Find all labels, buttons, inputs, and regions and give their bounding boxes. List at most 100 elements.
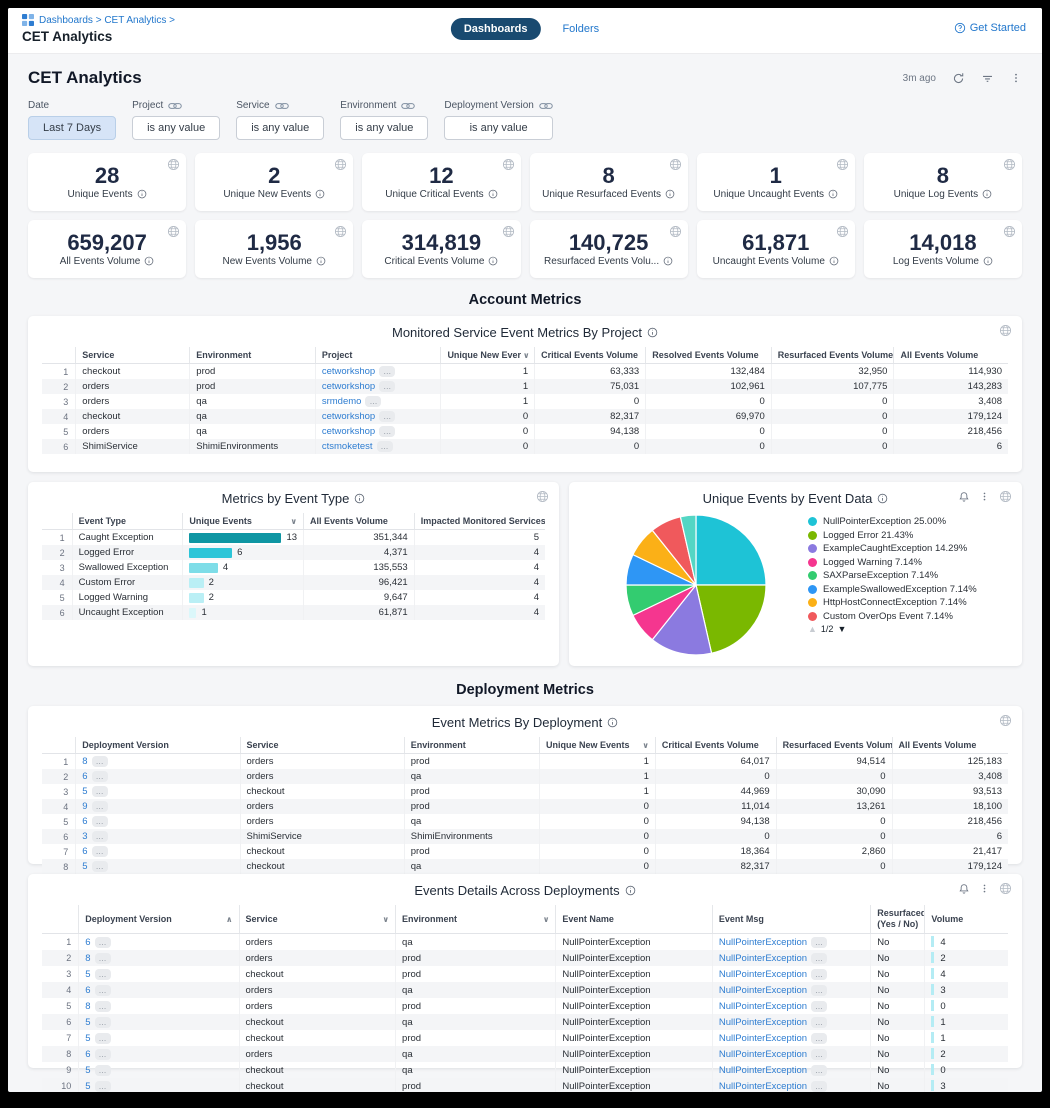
cell-link[interactable]: 6 bbox=[85, 985, 90, 996]
legend-item[interactable]: ExampleCaughtException 14.29% bbox=[808, 543, 1008, 555]
cell-link[interactable]: 5 bbox=[85, 1081, 90, 1092]
cell-link[interactable]: 6 bbox=[85, 1049, 90, 1060]
cell-link[interactable]: 8 bbox=[85, 953, 90, 964]
info-icon[interactable] bbox=[144, 256, 154, 266]
filter-value-button[interactable]: is any value bbox=[444, 116, 553, 140]
column-header[interactable]: Environment bbox=[404, 737, 539, 754]
refresh-button[interactable] bbox=[952, 72, 965, 85]
ellipsis-chip[interactable]: … bbox=[95, 1001, 111, 1012]
ellipsis-chip[interactable]: … bbox=[92, 861, 108, 872]
column-header[interactable]: Critical Events Volume bbox=[535, 347, 646, 364]
info-icon[interactable] bbox=[983, 256, 993, 266]
get-started-button[interactable]: Get Started bbox=[954, 22, 1026, 34]
cell-link[interactable]: 9 bbox=[82, 801, 87, 812]
cell-link[interactable]: NullPointerException bbox=[719, 1065, 807, 1076]
cell-link[interactable]: 8 bbox=[85, 1001, 90, 1012]
kebab-menu-icon[interactable] bbox=[979, 883, 990, 894]
cell-link[interactable]: cetworkshop bbox=[322, 366, 375, 377]
breadcrumb[interactable]: Dashboards > CET Analytics > bbox=[39, 15, 175, 26]
globe-icon[interactable] bbox=[999, 714, 1012, 727]
cell-link[interactable]: NullPointerException bbox=[719, 1033, 807, 1044]
kebab-menu-icon[interactable] bbox=[979, 491, 990, 502]
column-header[interactable]: Service bbox=[240, 737, 404, 754]
cell-link[interactable]: 6 bbox=[82, 846, 87, 857]
filter-value-button[interactable]: Last 7 Days bbox=[28, 116, 116, 140]
ellipsis-chip[interactable]: … bbox=[95, 985, 111, 996]
ellipsis-chip[interactable]: … bbox=[95, 969, 111, 980]
column-header[interactable]: Service bbox=[76, 347, 190, 364]
info-icon[interactable] bbox=[829, 256, 839, 266]
tab-folders[interactable]: Folders bbox=[562, 23, 599, 35]
cell-link[interactable]: cetworkshop bbox=[322, 411, 375, 422]
legend-item[interactable]: NullPointerException 25.00% bbox=[808, 516, 1008, 528]
cell-link[interactable]: NullPointerException bbox=[719, 1017, 807, 1028]
ellipsis-chip[interactable]: … bbox=[95, 1049, 111, 1060]
ellipsis-chip[interactable]: … bbox=[379, 426, 395, 437]
alert-bell-icon[interactable] bbox=[958, 883, 970, 895]
globe-icon[interactable] bbox=[669, 158, 682, 171]
cell-link[interactable]: NullPointerException bbox=[719, 953, 807, 964]
column-header[interactable]: All Events Volume bbox=[892, 737, 1008, 754]
globe-icon[interactable] bbox=[536, 490, 549, 503]
filter-value-button[interactable]: is any value bbox=[236, 116, 324, 140]
info-icon[interactable] bbox=[647, 327, 658, 338]
info-icon[interactable] bbox=[828, 189, 838, 199]
info-icon[interactable] bbox=[607, 717, 618, 728]
globe-icon[interactable] bbox=[836, 158, 849, 171]
sort-desc-icon[interactable]: ∨ bbox=[383, 915, 390, 924]
ellipsis-chip[interactable]: … bbox=[92, 801, 108, 812]
cell-link[interactable]: NullPointerException bbox=[719, 969, 807, 980]
info-icon[interactable] bbox=[315, 189, 325, 199]
ellipsis-chip[interactable]: … bbox=[811, 1081, 827, 1092]
cell-link[interactable]: cetworkshop bbox=[322, 426, 375, 437]
dashboard-menu-button[interactable] bbox=[1010, 72, 1022, 84]
ellipsis-chip[interactable]: … bbox=[811, 1033, 827, 1044]
column-header[interactable]: Resurfaced Events Volume bbox=[776, 737, 892, 754]
column-header[interactable]: All Events Volume bbox=[304, 513, 415, 530]
cell-link[interactable]: 6 bbox=[82, 771, 87, 782]
column-header[interactable]: Deployment Version bbox=[76, 737, 240, 754]
column-header[interactable]: Impacted Monitored Services bbox=[414, 513, 545, 530]
filter-value-button[interactable]: is any value bbox=[340, 116, 428, 140]
column-header[interactable]: Volume bbox=[925, 905, 1008, 934]
cell-link[interactable]: ctsmoketest bbox=[322, 441, 373, 452]
ellipsis-chip[interactable]: … bbox=[811, 969, 827, 980]
column-header[interactable]: Deployment Version∧ bbox=[79, 905, 239, 934]
column-header[interactable]: Service∨ bbox=[239, 905, 395, 934]
legend-item[interactable]: HttpHostConnectException 7.14% bbox=[808, 597, 1008, 609]
column-header[interactable]: Unique New Events∨ bbox=[539, 737, 655, 754]
ellipsis-chip[interactable]: … bbox=[92, 831, 108, 842]
cell-link[interactable]: 5 bbox=[85, 1033, 90, 1044]
alert-bell-icon[interactable] bbox=[958, 491, 970, 503]
cell-link[interactable]: 6 bbox=[85, 937, 90, 948]
column-header[interactable]: Event Type bbox=[72, 513, 183, 530]
ellipsis-chip[interactable]: … bbox=[95, 1065, 111, 1076]
globe-icon[interactable] bbox=[1003, 225, 1016, 238]
cell-link[interactable]: 8 bbox=[82, 756, 87, 767]
globe-icon[interactable] bbox=[669, 225, 682, 238]
sort-desc-icon[interactable]: ∨ bbox=[642, 741, 649, 750]
column-header[interactable]: Environment bbox=[190, 347, 316, 364]
cell-link[interactable]: NullPointerException bbox=[719, 937, 807, 948]
cell-link[interactable]: 5 bbox=[85, 1017, 90, 1028]
globe-icon[interactable] bbox=[334, 225, 347, 238]
ellipsis-chip[interactable]: … bbox=[379, 381, 395, 392]
ellipsis-chip[interactable]: … bbox=[92, 771, 108, 782]
globe-icon[interactable] bbox=[1003, 158, 1016, 171]
sort-desc-icon[interactable]: ∨ bbox=[523, 351, 530, 360]
info-icon[interactable] bbox=[982, 189, 992, 199]
info-icon[interactable] bbox=[665, 189, 675, 199]
legend-item[interactable]: ExampleSwallowedException 7.14% bbox=[808, 584, 1008, 596]
cell-link[interactable]: 6 bbox=[82, 816, 87, 827]
ellipsis-chip[interactable]: … bbox=[811, 1001, 827, 1012]
ellipsis-chip[interactable]: … bbox=[811, 1065, 827, 1076]
cell-link[interactable]: srmdemo bbox=[322, 396, 362, 407]
ellipsis-chip[interactable]: … bbox=[95, 1017, 111, 1028]
apps-grid-icon[interactable] bbox=[22, 14, 34, 26]
globe-icon[interactable] bbox=[999, 490, 1012, 503]
globe-icon[interactable] bbox=[502, 158, 515, 171]
column-header[interactable]: Event Name bbox=[556, 905, 712, 934]
ellipsis-chip[interactable]: … bbox=[95, 953, 111, 964]
sort-desc-icon[interactable]: ∨ bbox=[291, 517, 298, 526]
legend-item[interactable]: SAXParseException 7.14% bbox=[808, 570, 1008, 582]
